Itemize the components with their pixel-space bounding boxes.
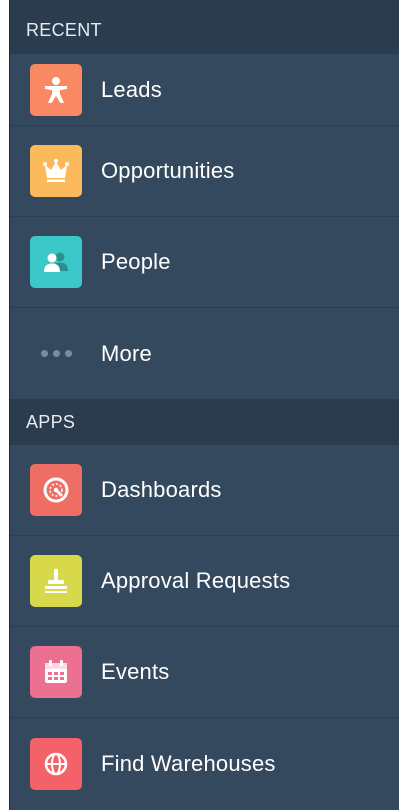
globe-icon [44, 752, 68, 775]
menu-item-label: Events [101, 659, 170, 684]
menu-item-dashboards[interactable]: Dashboards [10, 445, 399, 536]
calendar-icon [45, 660, 67, 683]
menu-item-label: Opportunities [101, 158, 235, 183]
gauge-icon [43, 477, 69, 503]
section-header-label: APPS [26, 411, 76, 432]
section-header-apps: APPS [10, 399, 399, 445]
dashboards-icon-tile [30, 464, 82, 516]
section-header-label: RECENT [26, 19, 102, 40]
find-warehouses-icon-tile [30, 737, 82, 790]
menu-item-label: Leads [101, 76, 162, 102]
opportunities-icon-tile [30, 145, 82, 197]
leads-icon-tile [30, 63, 82, 116]
menu-item-leads[interactable]: Leads [10, 54, 399, 126]
navigation-menu: RECENT Leads Opportunities People More A… [9, 0, 399, 810]
people-icon-tile [30, 236, 82, 288]
menu-item-opportunities[interactable]: Opportunities [10, 126, 399, 217]
more-dots-icon [30, 350, 82, 357]
section-header-recent: RECENT [10, 0, 399, 54]
menu-item-label: People [101, 249, 171, 274]
menu-item-label: More [101, 340, 152, 366]
menu-item-label: Dashboards [101, 477, 222, 502]
people-icon [44, 252, 68, 272]
menu-item-more[interactable]: More [10, 308, 399, 399]
menu-item-people[interactable]: People [10, 217, 399, 308]
person-icon [45, 76, 67, 103]
menu-item-events[interactable]: Events [10, 627, 399, 718]
menu-item-approval-requests[interactable]: Approval Requests [10, 536, 399, 627]
crown-icon [43, 159, 69, 182]
menu-item-label: Find Warehouses [101, 750, 276, 776]
stamp-icon [45, 569, 67, 593]
approval-requests-icon-tile [30, 555, 82, 607]
menu-item-label: Approval Requests [101, 568, 291, 593]
events-icon-tile [30, 646, 82, 698]
menu-item-find-warehouses[interactable]: Find Warehouses [10, 718, 399, 809]
